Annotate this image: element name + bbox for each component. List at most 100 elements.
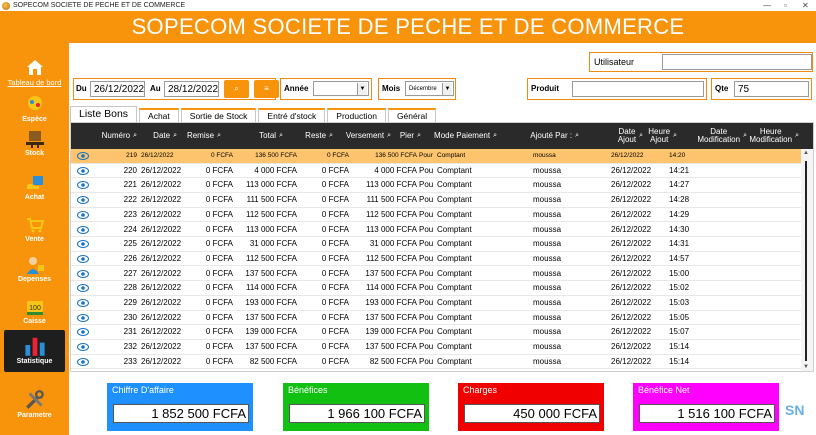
qte-input[interactable]: 75 <box>734 81 809 97</box>
date-from-input[interactable]: 26/12/2022 <box>90 81 145 97</box>
tab-general[interactable]: Général <box>387 108 437 122</box>
minimize-button[interactable]: — <box>763 0 771 11</box>
maximize-button[interactable]: ▫ <box>784 0 787 11</box>
tab-entre-stock[interactable]: Entré d'stock <box>258 108 326 122</box>
table-row[interactable]: 227 26/12/2022 0 FCFA 137 500 FCFA 0 FCFA 137… <box>71 267 803 282</box>
table-row[interactable]: 232 26/12/2022 0 FCFA 137 500 FCFA 0 FCFA 137… <box>71 340 803 355</box>
tab-liste-bons[interactable]: Liste Bons <box>70 106 138 122</box>
table-row[interactable]: 220 26/12/2022 0 FCFA 4 000 FCFA 0 FCFA 4 000… <box>71 164 803 179</box>
table-cell: 136 500 FCFA <box>375 152 417 159</box>
produit-input[interactable] <box>572 81 704 97</box>
close-button[interactable]: ✕ <box>802 0 809 11</box>
table-row[interactable]: 231 26/12/2022 0 FCFA 139 000 FCFA 0 FCFA 139… <box>71 325 803 340</box>
produit-label: Produit <box>531 84 559 93</box>
scrollbar-thumb[interactable] <box>805 161 807 361</box>
column-header[interactable]: Reste ⌕ <box>287 123 333 149</box>
sidebar-item-stock[interactable]: Stock <box>0 129 69 157</box>
search-button[interactable]: ⌕ <box>224 80 249 98</box>
table-cell: 228 <box>123 283 137 293</box>
table-row[interactable]: 221 26/12/2022 0 FCFA 113 000 FCFA 0 FCFA 113… <box>71 178 803 193</box>
column-header[interactable]: Mode Paiement ⌕ <box>423 123 497 149</box>
tab-production[interactable]: Production <box>327 108 386 122</box>
eye-icon[interactable] <box>77 210 89 220</box>
utilisateur-input[interactable] <box>662 54 812 70</box>
table-cell: 231 <box>123 327 137 337</box>
eye-icon[interactable] <box>77 357 89 367</box>
eye-icon[interactable] <box>77 239 89 249</box>
vertical-scrollbar[interactable]: ▲ ▼ <box>801 149 813 371</box>
column-header[interactable]: Date Ajout ⌕ <box>579 123 643 149</box>
column-header[interactable]: Date ⌕ <box>137 123 177 149</box>
search-icon[interactable]: ⌕ <box>217 132 221 140</box>
sidebar-item-label: Achat <box>24 194 45 201</box>
search-icon[interactable]: ⌕ <box>279 132 283 140</box>
scroll-down-icon[interactable]: ▼ <box>803 364 809 370</box>
table-row[interactable]: 226 26/12/2022 0 FCFA 112 500 FCFA 0 FCFA 112… <box>71 252 803 267</box>
table-row[interactable]: 228 26/12/2022 0 FCFA 114 000 FCFA 0 FCFA 114… <box>71 281 803 296</box>
sidebar-item-depenses[interactable]: Depenses <box>0 255 69 283</box>
annee-group: Année ▼ <box>280 78 372 100</box>
column-header-label: Heure Modification <box>749 128 792 144</box>
table-cell: 0 FCFA <box>205 327 233 337</box>
table-cell: moussa <box>533 342 562 352</box>
table-cell: 136 500 FCFA <box>255 152 297 159</box>
date-to-input[interactable]: 28/12/2022 <box>164 81 219 97</box>
eye-icon[interactable] <box>77 180 89 190</box>
column-header-label: Total <box>259 132 276 140</box>
table-cell: 15:14 <box>669 342 690 352</box>
eye-icon[interactable] <box>77 327 89 337</box>
search-icon[interactable]: ⌕ <box>639 132 643 140</box>
eye-icon[interactable] <box>77 283 89 293</box>
column-header[interactable]: Versement ⌕ <box>337 123 391 149</box>
sidebar-item-caisse[interactable]: 100 Caisse <box>0 297 69 325</box>
eye-icon[interactable] <box>77 313 89 323</box>
tab-achat[interactable]: Achat <box>139 108 179 122</box>
eye-icon[interactable] <box>77 151 89 161</box>
search-icon[interactable]: ⌕ <box>387 132 391 140</box>
scroll-up-icon[interactable]: ▲ <box>803 150 809 156</box>
table-cell: 15:05 <box>669 312 690 322</box>
sidebar-item-statistique[interactable]: Statistique <box>4 330 65 372</box>
column-header[interactable]: Ajouté Par : ⌕ <box>513 123 579 149</box>
column-header[interactable]: Total ⌕ <box>225 123 283 149</box>
search-icon[interactable]: ⌕ <box>417 132 421 140</box>
eye-icon[interactable] <box>77 195 89 205</box>
eye-icon[interactable] <box>77 254 89 264</box>
column-header[interactable]: Date Modification ⌕ <box>683 123 747 149</box>
sidebar-item-parametre[interactable]: Parametre <box>0 389 69 419</box>
column-header[interactable]: Heure Ajout ⌕ <box>645 123 677 149</box>
table-row[interactable]: 229 26/12/2022 0 FCFA 193 000 FCFA 0 FCFA 193… <box>71 296 803 311</box>
column-header[interactable]: Numéro ⌕ <box>71 123 137 149</box>
column-header[interactable]: Remise ⌕ <box>179 123 221 149</box>
eye-icon[interactable] <box>77 225 89 235</box>
sidebar-item-achat[interactable]: Achat <box>0 173 69 201</box>
eye-icon[interactable] <box>77 269 89 279</box>
sidebar-item-vente[interactable]: Vente <box>0 215 69 243</box>
sidebar-item-dashboard[interactable]: Tableau de bord <box>0 57 69 87</box>
table-row[interactable]: 222 26/12/2022 0 FCFA 111 500 FCFA 0 FCFA 111… <box>71 193 803 208</box>
table-cell: 31 000 FCFA <box>249 239 297 249</box>
search-icon[interactable]: ⌕ <box>743 132 747 140</box>
search-icon[interactable]: ⌕ <box>795 132 799 140</box>
mois-select[interactable]: Décembre ▼ <box>405 81 454 96</box>
search-icon[interactable]: ⌕ <box>173 132 177 140</box>
search-icon[interactable]: ⌕ <box>673 132 677 140</box>
table-row[interactable]: 225 26/12/2022 0 FCFA 31 000 FCFA 0 FCFA 31 0… <box>71 237 803 252</box>
column-header[interactable]: Pier ⌕ <box>393 123 421 149</box>
tab-sortie-de-stock[interactable]: Sortie de Stock <box>180 108 257 122</box>
list-button[interactable]: ≡ <box>254 80 279 98</box>
table-row[interactable]: 233 26/12/2022 0 FCFA 82 500 FCFA 0 FCFA 82 5… <box>71 355 803 370</box>
sidebar-item-espece[interactable]: Espèce <box>0 95 69 123</box>
eye-icon[interactable] <box>77 298 89 308</box>
card-value: 1 516 100 FCFA <box>639 404 775 423</box>
column-header[interactable]: Heure Modification ⌕ <box>749 123 799 149</box>
eye-icon[interactable] <box>77 342 89 352</box>
search-icon[interactable]: ⌕ <box>329 132 333 140</box>
search-icon[interactable]: ⌕ <box>493 132 497 140</box>
table-row[interactable]: 230 26/12/2022 0 FCFA 137 500 FCFA 0 FCFA 137… <box>71 311 803 326</box>
annee-select[interactable]: ▼ <box>313 81 369 96</box>
table-row[interactable]: 219 26/12/2022 0 FCFA 136 500 FCFA 0 FCFA 136… <box>71 149 803 164</box>
eye-icon[interactable] <box>77 166 89 176</box>
table-row[interactable]: 223 26/12/2022 0 FCFA 112 500 FCFA 0 FCFA 112… <box>71 208 803 223</box>
table-row[interactable]: 224 26/12/2022 0 FCFA 113 000 FCFA 0 FCFA 113… <box>71 223 803 237</box>
